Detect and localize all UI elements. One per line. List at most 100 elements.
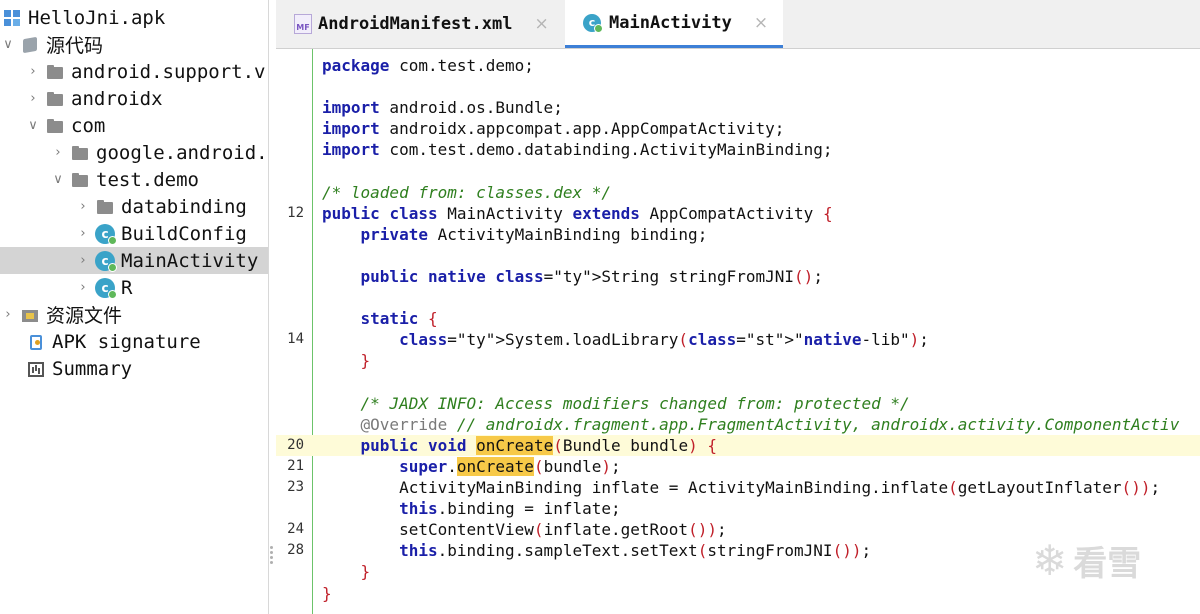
code-text: public void onCreate(Bundle bundle) {: [360, 435, 717, 455]
tab-label: MainActivity: [609, 12, 732, 33]
editor-tab-bar: MF AndroidManifest.xml × c MainActivity …: [276, 0, 1200, 49]
folder-icon: [45, 116, 65, 136]
line-number: 12: [287, 204, 304, 221]
folder-icon: [95, 197, 115, 217]
code-line: 21 super.onCreate(bundle);: [276, 456, 1200, 477]
class-icon: c: [95, 223, 117, 245]
tree-item-androidx[interactable]: › androidx: [0, 85, 268, 112]
code-line: /* loaded from: classes.dex */: [276, 182, 1200, 203]
tree-item-label: test.demo: [96, 168, 199, 191]
sig-icon: [26, 332, 46, 352]
tree-item-label: google.android.: [96, 141, 268, 164]
snowflake-icon: ❄: [1032, 536, 1068, 585]
tree-item-hellojni-apk[interactable]: HelloJni.apk: [0, 4, 268, 31]
code-text: import com.test.demo.databinding.Activit…: [322, 140, 833, 160]
code-line: 20 public void onCreate(Bundle bundle) {: [276, 434, 1200, 456]
line-number: 28: [287, 542, 304, 559]
close-tab-icon[interactable]: ×: [534, 14, 548, 34]
chevron-right-icon[interactable]: ›: [25, 91, 41, 106]
tree-item-label: R: [121, 276, 133, 299]
tree-item-apk-signature[interactable]: APK signature: [0, 328, 268, 355]
code-line: this.binding = inflate;: [276, 498, 1200, 519]
tree-item-android-support-v[interactable]: › android.support.v: [0, 58, 268, 85]
tree-item-label: Summary: [52, 357, 133, 380]
code-text: /* loaded from: classes.dex */: [322, 182, 611, 202]
code-text: ActivityMainBinding inflate = ActivityMa…: [322, 478, 1161, 497]
chevron-down-icon[interactable]: ∨: [50, 172, 66, 187]
chevron-down-icon[interactable]: ∨: [0, 37, 16, 52]
line-number: 21: [287, 457, 304, 474]
tree-item-summary[interactable]: Summary: [0, 355, 268, 382]
code-editor[interactable]: package com.test.demo; import android.os.…: [276, 49, 1200, 614]
code-line: package com.test.demo;: [276, 55, 1200, 76]
tree-item-label: MainActivity: [121, 249, 259, 272]
watermark: ❄ 看雪: [1032, 536, 1141, 585]
tree-item-mainactivity[interactable]: › c MainActivity: [0, 247, 268, 274]
tree-item-com[interactable]: ∨ com: [0, 112, 268, 139]
tab-mainactivity[interactable]: c MainActivity ×: [565, 0, 783, 48]
tree-item-buildconfig[interactable]: › c BuildConfig: [0, 220, 268, 247]
code-text: }: [360, 351, 371, 371]
chevron-right-icon[interactable]: ›: [75, 253, 91, 268]
code-line: }: [276, 350, 1200, 371]
code-line: public native class="ty">String stringFr…: [276, 266, 1200, 287]
package-icon: [20, 35, 40, 55]
tree-item-label: 资源文件: [46, 305, 123, 327]
code-line: import com.test.demo.databinding.Activit…: [276, 139, 1200, 160]
folder-icon: [70, 170, 90, 190]
code-text: public native class="ty">String stringFr…: [360, 267, 823, 286]
code-line: static {: [276, 308, 1200, 329]
tree-item-label: androidx: [71, 87, 163, 110]
splitter-handle[interactable]: [270, 544, 274, 568]
code-line: 23 ActivityMainBinding inflate = Activit…: [276, 477, 1200, 498]
res-icon: [20, 305, 40, 325]
code-text: }: [360, 562, 371, 582]
tree-item-label: 源代码: [46, 35, 104, 57]
code-text: private ActivityMainBinding binding;: [360, 224, 708, 244]
chevron-right-icon[interactable]: ›: [25, 64, 41, 79]
project-tree: HelloJni.apk ∨ 源代码 › android.support.v › andro…: [0, 0, 269, 614]
code-line: import android.os.Bundle;: [276, 97, 1200, 118]
tree-item-11[interactable]: › 资源文件: [0, 301, 268, 328]
manifest-file-icon: MF: [294, 14, 312, 34]
folder-icon: [45, 62, 65, 82]
folder-icon: [70, 143, 90, 163]
class-icon: c: [583, 13, 603, 33]
close-tab-icon[interactable]: ×: [754, 13, 768, 33]
chevron-right-icon[interactable]: ›: [75, 226, 91, 241]
line-number: 14: [287, 331, 304, 348]
summary-icon: [26, 359, 46, 379]
watermark-text: 看雪: [1073, 544, 1142, 584]
tree-item-label: databinding: [121, 195, 247, 218]
chevron-right-icon[interactable]: ›: [75, 199, 91, 214]
code-text: setContentView(inflate.getRoot());: [322, 520, 727, 540]
tree-item-label: android.support.v: [71, 60, 266, 83]
code-line: }: [276, 583, 1200, 604]
code-line: import androidx.appcompat.app.AppCompatA…: [276, 118, 1200, 139]
tree-item-r[interactable]: › c R: [0, 274, 268, 301]
tab-androidmanifest[interactable]: MF AndroidManifest.xml ×: [294, 0, 561, 48]
chevron-down-icon[interactable]: ∨: [25, 118, 41, 133]
code-line: 12 public class MainActivity extends AppC…: [276, 203, 1200, 224]
code-text: @Override // androidx.fragment.app.Fragm…: [360, 414, 1180, 434]
chevron-right-icon[interactable]: ›: [75, 280, 91, 295]
code-text: import androidx.appcompat.app.AppCompatA…: [322, 119, 785, 139]
code-text: static {: [360, 309, 438, 329]
tree-item-databinding[interactable]: › databinding: [0, 193, 268, 220]
chevron-right-icon[interactable]: ›: [0, 307, 16, 322]
code-text: package com.test.demo;: [322, 56, 534, 75]
code-line: private ActivityMainBinding binding;: [276, 224, 1200, 245]
code-line: @Override // androidx.fragment.app.Fragm…: [276, 414, 1200, 435]
tree-item-label: HelloJni.apk: [28, 6, 166, 29]
tree-item-google-android[interactable]: › google.android.: [0, 139, 268, 166]
tree-item-test-demo[interactable]: ∨ test.demo: [0, 166, 268, 193]
tree-item-1[interactable]: ∨ 源代码: [0, 31, 268, 58]
tab-label: AndroidManifest.xml: [318, 14, 513, 34]
code-text: this.binding.sampleText.setText(stringFr…: [399, 541, 872, 561]
code-text: import android.os.Bundle;: [322, 98, 563, 118]
code-text: public class MainActivity extends AppCom…: [322, 203, 833, 223]
chevron-right-icon[interactable]: ›: [50, 145, 66, 160]
